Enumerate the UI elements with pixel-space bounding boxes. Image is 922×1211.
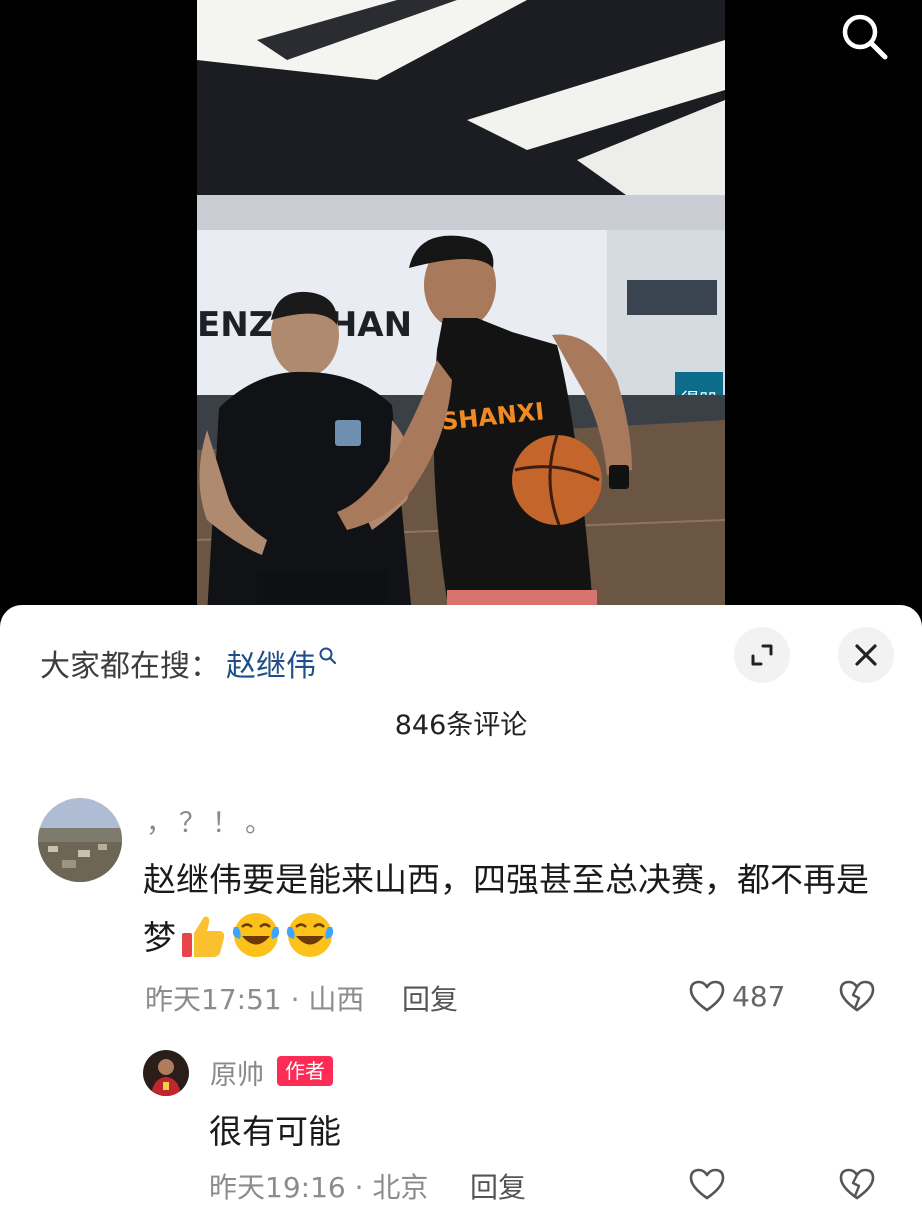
like-count: 487 xyxy=(732,979,786,1013)
heart-icon xyxy=(689,1168,725,1200)
author-badge: 作者 xyxy=(277,1056,333,1086)
avatar-image xyxy=(38,798,122,882)
avatar-image xyxy=(143,1050,189,1096)
meta-separator: · xyxy=(290,983,300,1016)
meta-separator: · xyxy=(354,1171,364,1204)
comment-location: 山西 xyxy=(308,983,365,1016)
broken-heart-icon xyxy=(839,980,875,1012)
basketball xyxy=(512,435,602,525)
comment-text: 很有可能 xyxy=(209,1112,341,1151)
thumbs-up-icon xyxy=(178,911,228,979)
reply-button[interactable]: 回复 xyxy=(402,978,458,1018)
expand-icon xyxy=(751,644,773,666)
hot-search-label: 大家都在搜： xyxy=(40,649,220,684)
like-button[interactable]: 487 xyxy=(688,979,785,1013)
comment-count: 846条评论 xyxy=(394,710,528,741)
comment-username[interactable]: 原帅 xyxy=(210,1053,264,1092)
reply-button[interactable]: 回复 xyxy=(470,1166,526,1206)
broken-heart-icon xyxy=(839,1168,875,1200)
comment-meta: 昨天17:51 · 山西 xyxy=(145,978,364,1018)
dislike-button[interactable] xyxy=(838,1167,876,1205)
expand-button[interactable] xyxy=(734,627,790,683)
video-player[interactable]: 得凹 ENZUGHAN SHANXI xyxy=(0,0,922,615)
search-button[interactable] xyxy=(836,8,892,64)
comment-time: 昨天17:51 xyxy=(145,983,282,1016)
dislike-button[interactable] xyxy=(838,979,876,1017)
hot-search-keyword[interactable]: 赵继伟 xyxy=(226,649,316,684)
comments-sheet: 大家都在搜： 赵继伟 846条评论 ，？！。 赵继伟要是能来山西，四强甚至总决赛，… xyxy=(0,605,922,1211)
close-button[interactable] xyxy=(838,627,894,683)
video-frame: 得凹 ENZUGHAN SHANXI xyxy=(197,0,725,615)
avatar[interactable] xyxy=(143,1050,189,1096)
like-button[interactable] xyxy=(688,1167,726,1201)
laugh-cry-icon xyxy=(284,909,336,979)
comment-location: 北京 xyxy=(372,1171,429,1204)
video-scene: 得凹 ENZUGHAN SHANXI xyxy=(197,0,725,615)
search-icon xyxy=(842,14,888,60)
comment-time: 昨天19:16 xyxy=(209,1171,346,1204)
close-icon xyxy=(855,644,877,666)
comment-text: 赵继伟要是能来山西，四强甚至总决赛，都不再是梦 xyxy=(143,851,888,979)
heart-icon xyxy=(689,980,725,1012)
comment-meta: 昨天19:16 · 北京 xyxy=(209,1166,428,1206)
search-keyword-icon xyxy=(318,639,338,674)
avatar[interactable] xyxy=(38,798,122,882)
hot-search-bar[interactable]: 大家都在搜： 赵继伟 xyxy=(40,639,338,685)
comment-username[interactable]: ，？！。 xyxy=(146,801,278,840)
laugh-cry-icon xyxy=(230,909,282,979)
